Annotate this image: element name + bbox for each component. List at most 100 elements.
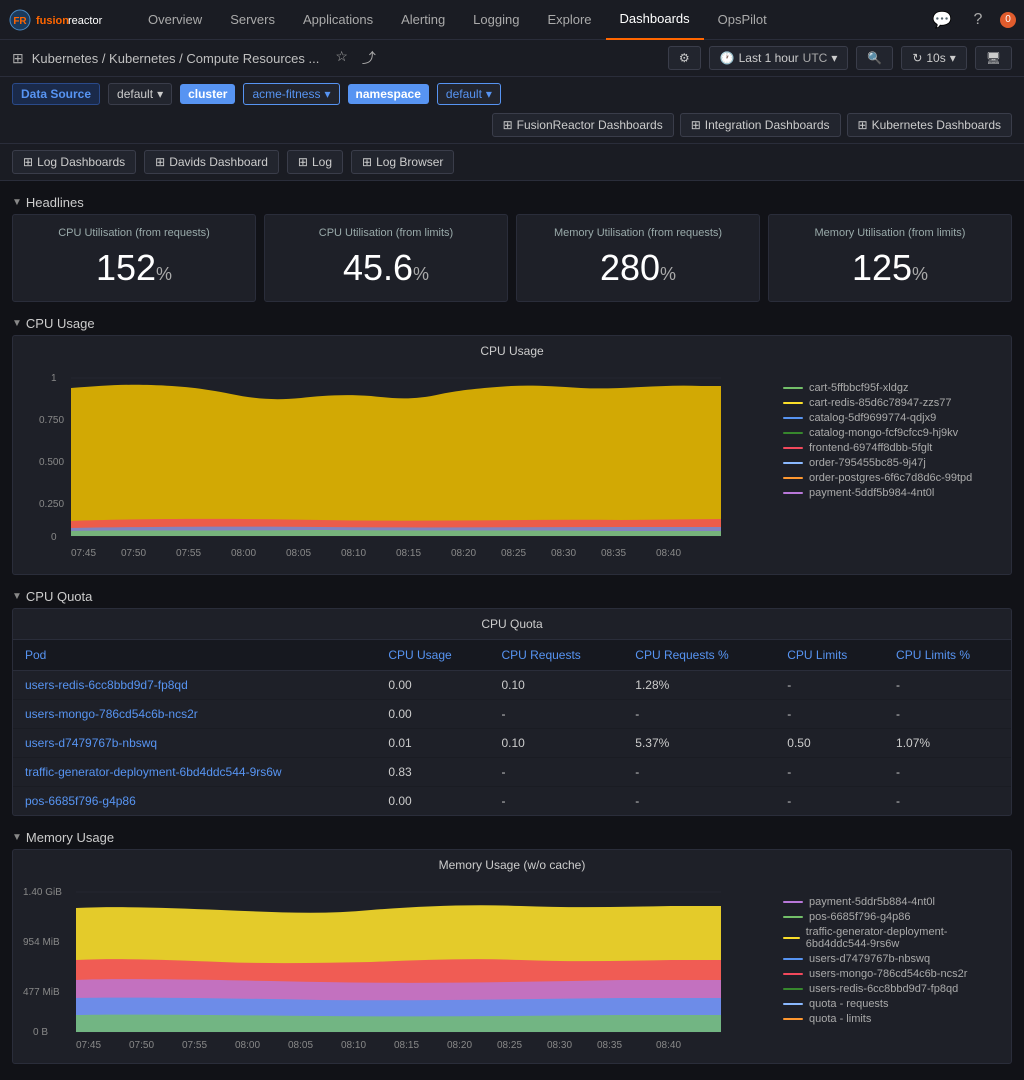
log-browser-button[interactable]: ⊞ Log Browser — [351, 150, 454, 174]
fusion-reactor-dashboards-link[interactable]: ⊞ FusionReactor Dashboards — [492, 113, 674, 137]
svg-text:0.500: 0.500 — [39, 457, 64, 468]
cpu-usage-chart-section: CPU Usage 1 0.750 0.500 0.250 0 — [12, 335, 1012, 575]
pod-link-2[interactable]: users-d7479767b-nbswq — [25, 736, 157, 750]
legend-item-users-redis-mem: users-redis-6cc8bbd9d7-fp8qd — [783, 983, 1003, 995]
table-row: users-mongo-786cd54c6b-ncs2r 0.00 - - - … — [13, 700, 1011, 729]
svg-text:07:50: 07:50 — [121, 548, 146, 559]
nav-explore[interactable]: Explore — [533, 0, 605, 40]
legend-label-users-mongo-mem: users-mongo-786cd54c6b-ncs2r — [809, 968, 967, 980]
legend-item-frontend: frontend-6974ff8dbb-5fglt — [783, 442, 1003, 454]
pod-link-3[interactable]: traffic-generator-deployment-6bd4ddc544-… — [25, 765, 282, 779]
memory-usage-section-header[interactable]: ▼ Memory Usage — [12, 824, 1012, 849]
integration-dashboards-link[interactable]: ⊞ Integration Dashboards — [680, 113, 841, 137]
table-row: users-redis-6cc8bbd9d7-fp8qd 0.00 0.10 1… — [13, 671, 1011, 700]
col-cpu-limits-pct[interactable]: CPU Limits % — [884, 640, 1011, 671]
legend-label-traffic-mem: traffic-generator-deployment-6bd4ddc544-… — [806, 926, 1003, 950]
col-cpu-requests[interactable]: CPU Requests — [489, 640, 623, 671]
cpu-limits-value: 45.6% — [343, 247, 429, 289]
refresh-button[interactable]: ↻ 10s ▾ — [901, 46, 966, 70]
cpu-limits-pct-2: 1.07% — [884, 729, 1011, 758]
share-icon[interactable]: ⤴ — [358, 46, 380, 70]
breadcrumb-actions: ☆ ⤴ — [331, 46, 380, 70]
svg-text:08:15: 08:15 — [396, 548, 421, 559]
pod-name-3: traffic-generator-deployment-6bd4ddc544-… — [13, 758, 376, 787]
cpu-chart-area[interactable]: 1 0.750 0.500 0.250 0 — [21, 366, 775, 566]
col-cpu-usage[interactable]: CPU Usage — [376, 640, 489, 671]
favorite-icon[interactable]: ☆ — [331, 46, 352, 70]
cpu-limits-2: 0.50 — [775, 729, 884, 758]
svg-text:08:35: 08:35 — [597, 1040, 622, 1051]
legend-label-quota-limits-mem: quota - limits — [809, 1013, 871, 1025]
legend-color-frontend — [783, 447, 803, 449]
legend-item-quota-requests-mem: quota - requests — [783, 998, 1003, 1010]
col-cpu-requests-pct[interactable]: CPU Requests % — [623, 640, 775, 671]
chat-icon[interactable]: 💬 — [928, 6, 956, 34]
nav-overview[interactable]: Overview — [134, 0, 216, 40]
chevron-down-icon-2: ▾ — [950, 51, 956, 65]
pod-name-2: users-d7479767b-nbswq — [13, 729, 376, 758]
cpu-limits-pct-4: - — [884, 787, 1011, 816]
grid-icon-7: ⊞ — [298, 155, 308, 169]
nav-logging[interactable]: Logging — [459, 0, 533, 40]
memory-utilisation-requests-card: Memory Utilisation (from requests) 280% — [516, 214, 760, 302]
chevron-down-icon-4: ▾ — [324, 87, 330, 101]
pod-link-1[interactable]: users-mongo-786cd54c6b-ncs2r — [25, 707, 198, 721]
data-source-label: Data Source — [12, 83, 100, 105]
svg-text:08:40: 08:40 — [656, 548, 681, 559]
memory-chart-area[interactable]: 1.40 GiB 954 MiB 477 MiB 0 B — [21, 880, 775, 1055]
dashboard-settings-button[interactable]: ⚙ — [668, 46, 701, 70]
cluster-select[interactable]: acme-fitness ▾ — [243, 83, 339, 105]
svg-text:08:05: 08:05 — [288, 1040, 313, 1051]
cpu-requests-title: CPU Utilisation (from requests) — [58, 227, 210, 239]
legend-color-catalog-mongo — [783, 432, 803, 434]
data-source-select[interactable]: default ▾ — [108, 83, 172, 105]
pod-link-0[interactable]: users-redis-6cc8bbd9d7-fp8qd — [25, 678, 188, 692]
headlines-section-header[interactable]: ▼ Headlines — [12, 189, 1012, 214]
col-pod[interactable]: Pod — [13, 640, 376, 671]
cpu-quota-section-header[interactable]: ▼ CPU Quota — [12, 583, 1012, 608]
notifications-badge[interactable]: 0 — [1000, 12, 1016, 28]
cpu-quota-table: Pod CPU Usage CPU Requests CPU Requests … — [13, 640, 1011, 815]
nav-dashboards[interactable]: Dashboards — [606, 0, 704, 40]
zoom-out-button[interactable]: 🔍 — [856, 46, 893, 70]
nav-alerting[interactable]: Alerting — [387, 0, 459, 40]
cpu-requests-0: 0.10 — [489, 671, 623, 700]
table-row: pos-6685f796-g4p86 0.00 - - - - — [13, 787, 1011, 816]
grid-icon-2: ⊞ — [503, 118, 513, 132]
help-icon[interactable]: ? — [964, 6, 992, 34]
svg-text:07:45: 07:45 — [71, 548, 96, 559]
log-dashboards-button[interactable]: ⊞ Log Dashboards — [12, 150, 136, 174]
time-range-button[interactable]: 🕐 Last 1 hour UTC ▾ — [709, 46, 849, 70]
nav-applications[interactable]: Applications — [289, 0, 387, 40]
cpu-usage-2: 0.01 — [376, 729, 489, 758]
cpu-limits-4: - — [775, 787, 884, 816]
svg-text:08:05: 08:05 — [286, 548, 311, 559]
legend-item-users-mongo-mem: users-mongo-786cd54c6b-ncs2r — [783, 968, 1003, 980]
pod-link-4[interactable]: pos-6685f796-g4p86 — [25, 794, 136, 808]
davids-dashboard-button[interactable]: ⊞ Davids Dashboard — [144, 150, 279, 174]
memory-chart-container: 1.40 GiB 954 MiB 477 MiB 0 B — [21, 880, 1003, 1055]
nav-servers[interactable]: Servers — [216, 0, 289, 40]
legend-item-payment: payment-5ddf5b984-4nt0l — [783, 487, 1003, 499]
cpu-usage-section-header[interactable]: ▼ CPU Usage — [12, 310, 1012, 335]
grid-icon-5: ⊞ — [23, 155, 33, 169]
legend-label-cart: cart-5ffbbcf95f-xldgz — [809, 382, 908, 394]
cpu-requests-pct-1: - — [623, 700, 775, 729]
chevron-down-icon-5: ▾ — [486, 87, 492, 101]
cpu-utilisation-limits-card: CPU Utilisation (from limits) 45.6% — [264, 214, 508, 302]
grid-icon: ⊞ — [12, 50, 24, 67]
cpu-chart-legend: cart-5ffbbcf95f-xldgz cart-redis-85d6c78… — [783, 366, 1003, 566]
top-navigation: FR fusion reactor Overview Servers Appli… — [0, 0, 1024, 40]
memory-utilisation-limits-card: Memory Utilisation (from limits) 125% — [768, 214, 1012, 302]
cpu-quota-table-title: CPU Quota — [13, 609, 1011, 640]
cpu-chart-title: CPU Usage — [21, 344, 1003, 358]
nav-opspilot[interactable]: OpsPilot — [704, 0, 781, 40]
kubernetes-dashboards-link[interactable]: ⊞ Kubernetes Dashboards — [847, 113, 1012, 137]
tv-mode-button[interactable]: 🖥 — [975, 46, 1012, 70]
refresh-icon: ↻ — [912, 51, 922, 65]
namespace-select[interactable]: default ▾ — [437, 83, 501, 105]
log-button[interactable]: ⊞ Log — [287, 150, 343, 174]
col-cpu-limits[interactable]: CPU Limits — [775, 640, 884, 671]
legend-color-pos-mem — [783, 916, 803, 918]
legend-color-users-mongo-mem — [783, 973, 803, 975]
